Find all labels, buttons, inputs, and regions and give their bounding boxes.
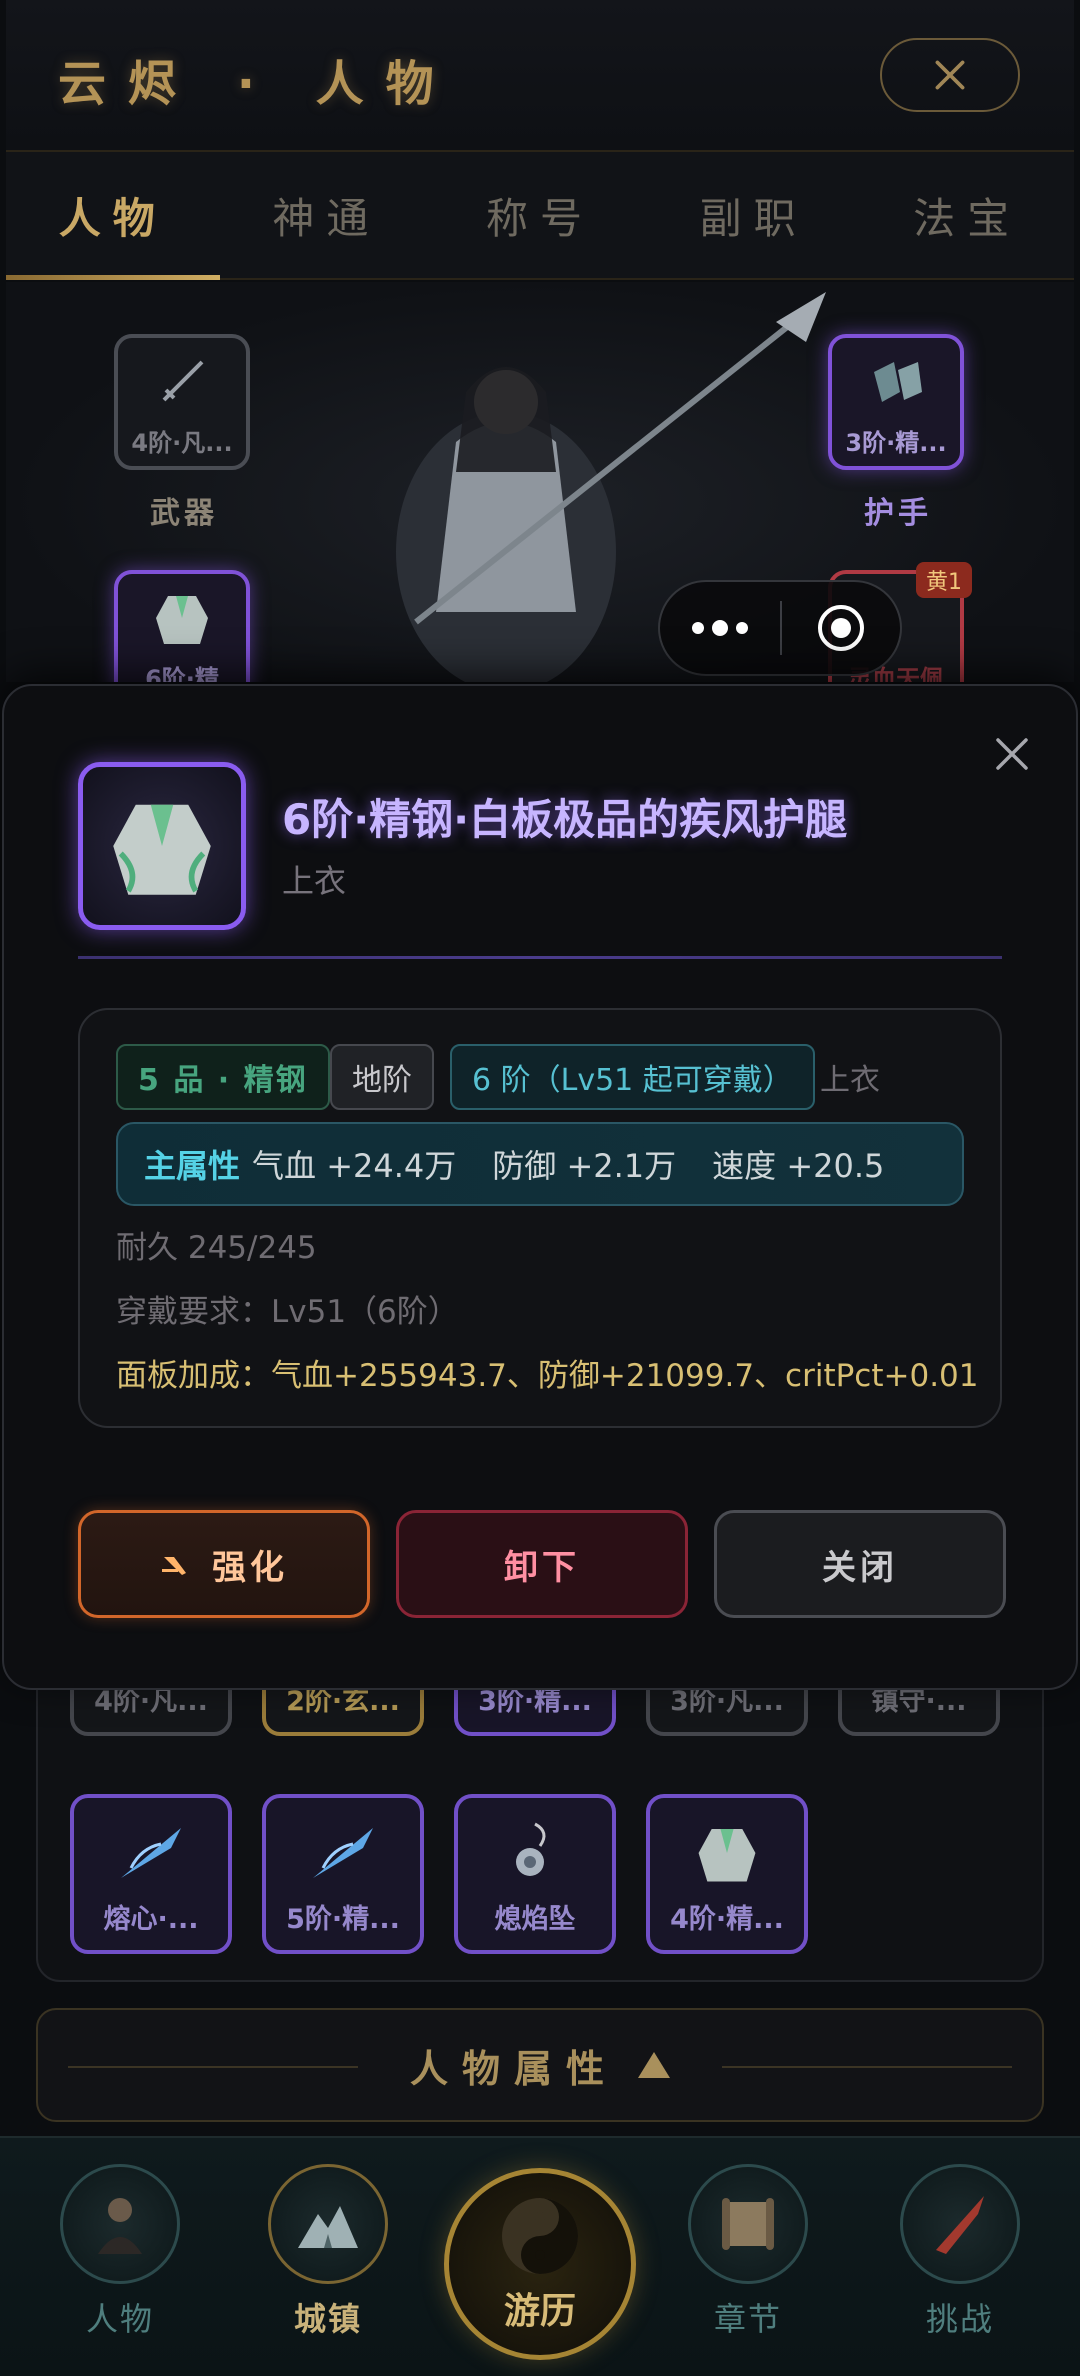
slot-label-gloves: 护手	[864, 496, 932, 531]
inventory-slot[interactable]: 4阶·精...	[646, 1794, 808, 1954]
inventory-slot[interactable]: 熔心·...	[70, 1794, 232, 1954]
tab-sub-jobs[interactable]: 副职	[647, 152, 861, 278]
slot-item-name: 4阶·精...	[670, 1904, 784, 1935]
status-badge: 黄1	[916, 562, 972, 598]
divider	[68, 2066, 358, 2068]
nav-character[interactable]: 人物	[40, 2164, 200, 2340]
enhance-label: 强化	[212, 1547, 288, 1588]
inventory-slot[interactable]: 熄焰坠	[454, 1794, 616, 1954]
target-circle-icon	[818, 605, 864, 651]
item-stats-card: 5 品 · 精钢 地阶 6 阶（Lv51 起可穿戴） 上衣 主属性 气血 +24…	[78, 1008, 1002, 1428]
slot-item-name: 4阶·凡...	[131, 429, 233, 457]
unequip-label: 卸下	[504, 1547, 580, 1588]
durability-text: 耐久 245/245	[116, 1230, 317, 1266]
pendant-icon	[516, 1822, 546, 1876]
grade-chip: 5 品 · 精钢	[116, 1044, 330, 1110]
item-type: 上衣	[282, 862, 347, 900]
robe-icon	[698, 1828, 756, 1882]
inventory-slot[interactable]: 5阶·精...	[262, 1794, 424, 1954]
more-dots-icon[interactable]	[660, 620, 780, 636]
divider	[78, 956, 1002, 959]
tab-titles[interactable]: 称号	[433, 152, 647, 278]
gauntlet-icon	[874, 362, 922, 402]
attr-defense: 防御 +2.1万	[492, 1147, 677, 1185]
triangle-up-icon	[638, 2052, 670, 2078]
tab-character[interactable]: 人物	[6, 152, 220, 280]
yin-yang-icon	[502, 2198, 578, 2274]
top-header: 云烬 · 人物	[6, 0, 1074, 152]
unequip-button[interactable]: 卸下	[396, 1510, 688, 1618]
nav-label: 人物	[85, 2300, 154, 2338]
slot-item-name: 3阶·精...	[845, 429, 947, 457]
flame-blade-icon	[121, 1828, 181, 1878]
nav-label: 挑战	[925, 2300, 994, 2338]
bottom-nav: 人物 城镇 游历 章节 挑战	[0, 2136, 1080, 2376]
tier-chip: 地阶	[330, 1044, 434, 1110]
close-icon[interactable]	[990, 732, 1034, 776]
main-attribute-row: 主属性 气血 +24.4万 防御 +2.1万 速度 +20.5	[116, 1122, 964, 1206]
nav-label: 章节	[713, 2300, 782, 2338]
level-chip: 6 阶（Lv51 起可穿戴）	[450, 1044, 815, 1110]
equip-slot-weapon[interactable]: 4阶·凡...	[114, 334, 250, 470]
item-title: 6阶·精钢·白板极品的疾风护腿	[282, 795, 848, 844]
nav-label: 游历	[503, 2291, 576, 2332]
mountain-town-icon	[298, 2206, 358, 2248]
slot-item-name: 6阶·精	[145, 665, 219, 682]
divider	[722, 2066, 1012, 2068]
close-icon	[935, 60, 965, 90]
character-portrait-icon	[98, 2198, 142, 2254]
close-label: 关闭	[822, 1547, 898, 1588]
robe-icon	[156, 596, 208, 644]
attributes-label: 人物属性	[409, 2046, 618, 2091]
main-attr-label: 主属性	[144, 1147, 241, 1185]
page-title: 云烬 · 人物	[58, 56, 456, 112]
panel-bonus-text: 面板加成：气血+255943.7、防御+21099.7、critPct+0.01	[116, 1358, 979, 1394]
scroll-icon	[722, 2198, 774, 2250]
tab-treasures[interactable]: 法宝	[860, 152, 1074, 278]
attr-hp: 气血 +24.4万	[252, 1147, 457, 1185]
tab-abilities[interactable]: 神通	[220, 152, 434, 278]
red-blade-icon	[936, 2196, 984, 2254]
nav-label: 城镇	[293, 2300, 362, 2338]
item-icon-frame	[78, 762, 246, 930]
flame-blade-icon	[313, 1828, 373, 1878]
nav-travel[interactable]: 游历	[444, 2168, 636, 2360]
equip-slot-gloves[interactable]: 3阶·精...	[828, 334, 964, 470]
slot-item-name: 5阶·精...	[286, 1904, 400, 1935]
slot-label-weapon: 武器	[150, 496, 218, 531]
attr-speed: 速度 +20.5	[712, 1147, 885, 1185]
nav-challenge[interactable]: 挑战	[880, 2164, 1040, 2340]
nav-town[interactable]: 城镇	[248, 2164, 408, 2340]
type-chip: 上衣	[820, 1063, 880, 1098]
slot-item-name: 熔心·...	[103, 1904, 199, 1935]
sword-icon	[162, 360, 204, 402]
character-area: 4阶·凡... 武器 3阶·精... 护手 6阶·精 灵血天佩 黄1	[6, 282, 1074, 682]
tab-bar: 人物 神通 称号 副职 法宝	[6, 152, 1074, 280]
enhance-button[interactable]: 强化	[78, 1510, 370, 1618]
requirement-text: 穿戴要求：Lv51（6阶）	[116, 1294, 459, 1330]
nav-chapters[interactable]: 章节	[668, 2164, 828, 2340]
item-detail-modal: 6阶·精钢·白板极品的疾风护腿 上衣 5 品 · 精钢 地阶 6 阶（Lv51 …	[2, 684, 1078, 1690]
slot-item-name: 熄焰坠	[494, 1904, 576, 1935]
attributes-toggle[interactable]: 人物属性	[36, 2008, 1044, 2122]
close-modal-button[interactable]: 关闭	[714, 1510, 1006, 1618]
equip-slot-armor[interactable]: 6阶·精	[114, 570, 250, 682]
robe-icon	[113, 804, 211, 895]
hammer-icon	[162, 1557, 186, 1575]
capsule-close-button[interactable]	[782, 602, 900, 654]
miniprogram-capsule	[658, 580, 902, 676]
close-button[interactable]	[880, 38, 1020, 112]
